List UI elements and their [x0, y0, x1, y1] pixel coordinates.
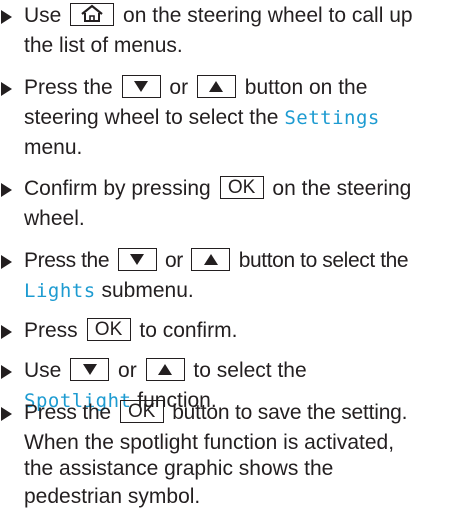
- step-text: or: [164, 249, 183, 272]
- step-text: button to save the setting.: [172, 401, 408, 424]
- step-line: pedestrian symbol.: [24, 483, 200, 513]
- up-key-icon: [145, 357, 185, 381]
- step-text: to confirm.: [139, 319, 238, 342]
- step-text: the assistance graphic shows the: [24, 457, 334, 480]
- step-text: to select the: [193, 359, 307, 382]
- step-text: When the spotlight function is activated…: [24, 431, 395, 454]
- down-key-icon: [117, 247, 157, 271]
- step-line: steering wheel to select the Settings: [24, 104, 380, 134]
- bullet-icon: [1, 10, 12, 24]
- step-line: Press the or button to select the: [24, 247, 409, 277]
- ok-key: OK: [219, 175, 264, 199]
- bullet-icon: [1, 407, 12, 421]
- step-text: Use: [24, 4, 62, 27]
- step-text: Use: [24, 359, 62, 382]
- bullet-icon: [1, 82, 12, 96]
- step-text: button to select the: [238, 249, 409, 272]
- step-text: on the steering: [272, 177, 412, 200]
- up-key-icon: [196, 74, 236, 98]
- step-line: menu.: [24, 134, 82, 164]
- down-key-icon: [121, 74, 161, 98]
- step-text: menu.: [24, 136, 83, 159]
- step-line: Use or to select the: [24, 357, 307, 387]
- step-text: Press the: [24, 249, 110, 272]
- step-line: Use on the steering wheel to call up: [24, 2, 413, 32]
- step-text: submenu.: [101, 279, 194, 302]
- down-key-icon: [70, 357, 110, 381]
- step-line: the list of menus.: [24, 32, 183, 62]
- step-text: on the steering wheel to call up: [123, 4, 413, 27]
- step-text: steering wheel to select the: [24, 106, 279, 129]
- bullet-icon: [1, 255, 12, 269]
- step-text: or: [118, 359, 137, 382]
- step-text: Press: [24, 319, 78, 342]
- bullet-icon: [1, 325, 12, 339]
- step-text: the list of menus.: [24, 34, 183, 57]
- step-line: the assistance graphic shows the: [24, 455, 333, 485]
- down-triangle-icon: [130, 253, 145, 265]
- up-triangle-icon: [158, 363, 173, 375]
- step-line: Press OK to confirm.: [24, 317, 237, 347]
- home-icon: [81, 4, 103, 22]
- step-text: button on the: [244, 76, 368, 99]
- down-triangle-icon: [82, 363, 97, 375]
- bullet-icon: [1, 365, 12, 379]
- step-text: or: [169, 76, 189, 99]
- up-triangle-icon: [209, 80, 224, 92]
- step-text: pedestrian symbol.: [24, 485, 201, 508]
- down-triangle-icon: [134, 80, 149, 92]
- step-text: Press the: [24, 76, 113, 99]
- menu-name-lights: Lights: [24, 280, 96, 302]
- up-triangle-icon: [203, 253, 218, 265]
- step-text: Press the: [24, 401, 111, 424]
- step-line: Press the OK button to save the setting.: [24, 399, 408, 429]
- menu-name-settings: Settings: [284, 107, 380, 129]
- up-key-icon: [191, 247, 231, 271]
- step-line: wheel.: [24, 205, 85, 235]
- step-line: Confirm by pressing OK on the steering: [24, 175, 411, 205]
- ok-key: OK: [86, 317, 131, 341]
- step-line: Lights submenu.: [24, 277, 194, 307]
- step-text: wheel.: [24, 207, 85, 230]
- ok-key: OK: [119, 399, 164, 423]
- step-line: Press the or button on the: [24, 74, 367, 104]
- bullet-icon: [1, 183, 12, 197]
- step-text: Confirm by pressing: [24, 177, 211, 200]
- home-key-icon: [70, 2, 115, 26]
